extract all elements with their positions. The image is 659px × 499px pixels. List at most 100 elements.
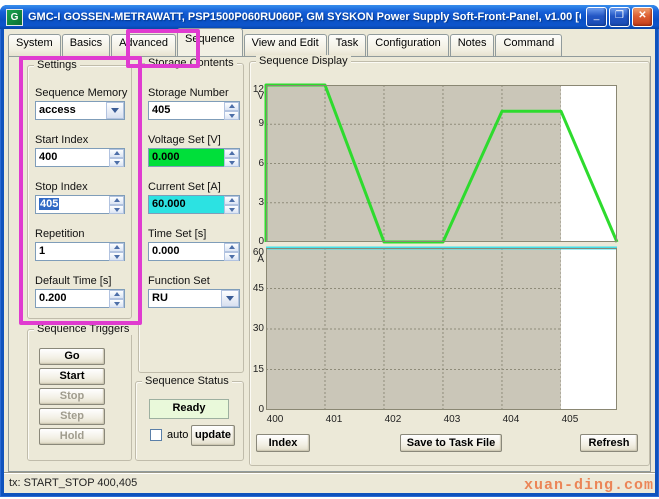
spin-down-icon[interactable]: [224, 205, 239, 214]
app-window: G GMC-I GOSSEN-METRAWATT, PSP1500P060RU0…: [0, 5, 659, 497]
stop-button: Stop: [39, 388, 105, 405]
tab-system[interactable]: System: [8, 34, 61, 56]
storage-contents-group: Storage Contents Storage Number 405 Volt…: [138, 63, 244, 373]
start-index-spinner[interactable]: [109, 149, 124, 166]
sequence-tab-page: Settings Sequence Memory access Start In…: [8, 56, 651, 472]
current-set-label: Current Set [A]: [148, 181, 240, 193]
storage-number-value: 405: [152, 104, 170, 116]
app-icon: G: [6, 9, 23, 26]
sequence-memory-label: Sequence Memory: [35, 87, 125, 99]
time-set-value: 0.000: [152, 245, 180, 257]
spin-up-icon[interactable]: [109, 149, 124, 158]
voltage-set-value: 0.000: [152, 151, 180, 163]
function-set-select[interactable]: RU: [148, 289, 240, 308]
start-index-input[interactable]: 400: [35, 148, 125, 167]
stop-index-label: Stop Index: [35, 181, 125, 193]
chevron-down-icon[interactable]: [106, 102, 124, 119]
tab-notes[interactable]: Notes: [450, 34, 495, 56]
go-button[interactable]: Go: [39, 348, 105, 365]
function-set-value: RU: [152, 292, 168, 304]
spin-down-icon[interactable]: [224, 111, 239, 120]
sequence-triggers-label: Sequence Triggers: [34, 323, 132, 335]
storage-contents-label: Storage Contents: [145, 57, 237, 69]
spin-up-icon[interactable]: [224, 196, 239, 205]
repetition-spinner[interactable]: [109, 243, 124, 260]
tab-sequence[interactable]: Sequence: [177, 28, 243, 56]
save-to-task-file-button[interactable]: Save to Task File: [400, 434, 502, 452]
spin-up-icon[interactable]: [109, 243, 124, 252]
auto-checkbox[interactable]: [150, 429, 162, 441]
title-bar[interactable]: G GMC-I GOSSEN-METRAWATT, PSP1500P060RU0…: [0, 5, 659, 29]
spin-up-icon[interactable]: [224, 102, 239, 111]
spin-down-icon[interactable]: [224, 252, 239, 261]
step-button: Step: [39, 408, 105, 425]
current-set-input[interactable]: 60.000: [148, 195, 240, 214]
spin-up-icon[interactable]: [224, 243, 239, 252]
sequence-memory-select[interactable]: access: [35, 101, 125, 120]
storage-number-label: Storage Number: [148, 87, 240, 99]
sequence-status-label: Sequence Status: [142, 375, 232, 387]
repetition-label: Repetition: [35, 228, 125, 240]
spin-down-icon[interactable]: [109, 205, 124, 214]
maximize-button[interactable]: ❐: [609, 7, 630, 27]
tab-basics[interactable]: Basics: [62, 34, 110, 56]
time-set-input[interactable]: 0.000: [148, 242, 240, 261]
tab-advanced[interactable]: Advanced: [111, 34, 176, 56]
function-set-label: Function Set: [148, 275, 240, 287]
voltage-plot-area: [266, 85, 617, 242]
repetition-value: 1: [39, 245, 45, 257]
x-axis-labels: 400401402403404405: [250, 414, 630, 426]
current-plot-area: [266, 248, 617, 410]
client-area: System Basics Advanced Sequence View and…: [4, 29, 655, 493]
window-title: GMC-I GOSSEN-METRAWATT, PSP1500P060RU060…: [28, 11, 581, 23]
time-set-spinner[interactable]: [224, 243, 239, 260]
tab-command[interactable]: Command: [495, 34, 562, 56]
settings-group-label: Settings: [34, 59, 80, 71]
stop-index-spinner[interactable]: [109, 196, 124, 213]
close-button[interactable]: ✕: [632, 7, 653, 27]
status-indicator: Ready: [149, 399, 229, 419]
spin-down-icon[interactable]: [224, 158, 239, 167]
voltage-chart: 129630V: [250, 85, 617, 242]
spin-down-icon[interactable]: [109, 299, 124, 308]
spin-down-icon[interactable]: [109, 158, 124, 167]
default-time-spinner[interactable]: [109, 290, 124, 307]
tab-configuration[interactable]: Configuration: [367, 34, 448, 56]
auto-checkbox-label: auto: [167, 429, 188, 441]
voltage-set-input[interactable]: 0.000: [148, 148, 240, 167]
default-time-label: Default Time [s]: [35, 275, 125, 287]
settings-group: Settings Sequence Memory access Start In…: [27, 65, 132, 319]
storage-number-input[interactable]: 405: [148, 101, 240, 120]
refresh-button[interactable]: Refresh: [580, 434, 638, 452]
sequence-triggers-group: Sequence Triggers Go Start Stop Step Hol…: [27, 329, 132, 461]
repetition-input[interactable]: 1: [35, 242, 125, 261]
stop-index-value: 405: [39, 198, 59, 210]
tab-task[interactable]: Task: [328, 34, 367, 56]
index-button[interactable]: Index: [256, 434, 310, 452]
start-index-value: 400: [39, 151, 57, 163]
status-bar-text: tx: START_STOP 400,405: [9, 477, 137, 489]
watermark: xuan-ding.com: [524, 477, 654, 494]
update-button[interactable]: update: [191, 425, 235, 446]
storage-number-spinner[interactable]: [224, 102, 239, 119]
chevron-down-icon[interactable]: [221, 290, 239, 307]
voltage-y-axis: 129630V: [250, 85, 266, 242]
tab-strip: System Basics Advanced Sequence View and…: [8, 33, 651, 56]
tab-view-and-edit[interactable]: View and Edit: [244, 34, 327, 56]
spin-up-icon[interactable]: [109, 290, 124, 299]
sequence-status-group: Sequence Status Ready auto update: [135, 381, 244, 461]
spin-up-icon[interactable]: [109, 196, 124, 205]
spin-up-icon[interactable]: [224, 149, 239, 158]
start-button[interactable]: Start: [39, 368, 105, 385]
start-index-label: Start Index: [35, 134, 125, 146]
default-time-value: 0.200: [39, 292, 67, 304]
voltage-set-spinner[interactable]: [224, 149, 239, 166]
sequence-display-label: Sequence Display: [256, 55, 351, 67]
minimize-button[interactable]: _: [586, 7, 607, 27]
time-set-label: Time Set [s]: [148, 228, 240, 240]
stop-index-input[interactable]: 405: [35, 195, 125, 214]
spin-down-icon[interactable]: [109, 252, 124, 261]
default-time-input[interactable]: 0.200: [35, 289, 125, 308]
hold-button: Hold: [39, 428, 105, 445]
current-set-spinner[interactable]: [224, 196, 239, 213]
